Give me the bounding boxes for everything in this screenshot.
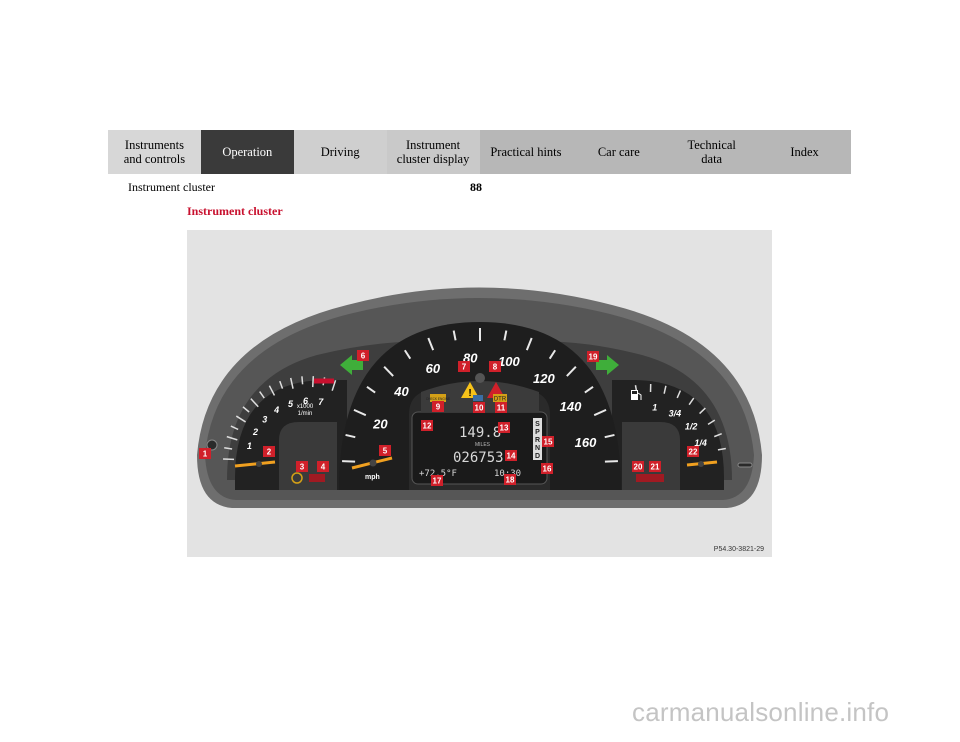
svg-text:!: ! <box>468 388 471 399</box>
figure-code: P54.30-3821-29 <box>713 546 764 553</box>
tab-operation[interactable]: Operation <box>200 130 294 174</box>
check-engine-text: CHECK ENGINE <box>426 397 450 401</box>
callout-number: 14 <box>507 452 516 461</box>
page-number: 88 <box>470 180 482 194</box>
tab-instrument-cluster-display[interactable]: Instrument cluster display <box>386 130 480 174</box>
callout-number: 20 <box>634 463 643 472</box>
tach-unit-top: x1000 <box>297 404 314 410</box>
tach-unit-bottom: 1/min <box>298 411 313 417</box>
fuel-label: 3/4 <box>669 408 682 418</box>
speedo-label: 120 <box>533 371 555 386</box>
tach-tick <box>301 376 304 385</box>
callout-number: 9 <box>436 403 441 412</box>
callout-number: 18 <box>506 476 515 485</box>
callout-number: 12 <box>423 422 432 431</box>
callout-number: 13 <box>500 424 509 433</box>
callout-number: 17 <box>433 477 442 486</box>
page-title: Instrument cluster <box>187 204 283 218</box>
trip-odometer: 149.8 <box>459 425 501 441</box>
callout-number: 15 <box>544 438 553 447</box>
callout-number: 1 <box>203 450 208 459</box>
gear-letter: S <box>535 421 540 428</box>
speedo-label: 60 <box>426 361 441 376</box>
speedo-label: 160 <box>575 435 597 450</box>
callout-number: 21 <box>651 463 660 472</box>
callout-number: 16 <box>543 465 552 474</box>
engine-diagnosis-lamp <box>636 474 664 482</box>
fuel-label: 1/2 <box>685 422 698 432</box>
gear-letter: P <box>535 429 540 436</box>
callout-number: 22 <box>689 448 698 457</box>
speedo-unit: mph <box>365 474 380 481</box>
tab-technical-data[interactable]: Technical data <box>665 130 759 174</box>
tab-driving[interactable]: Driving <box>293 130 387 174</box>
callout-number: 3 <box>300 463 305 472</box>
gear-letter: N <box>535 445 540 452</box>
callout-number: 2 <box>267 448 272 457</box>
callout-number: 8 <box>493 363 498 372</box>
callout-number: 11 <box>497 404 506 413</box>
speedo-label: 100 <box>498 354 520 369</box>
tach-label: 1 <box>247 441 252 451</box>
gear-letter: D <box>535 453 540 460</box>
tach-tick <box>311 376 315 388</box>
brake-warning-lamp-label <box>309 474 325 482</box>
tab-instruments-and-controls[interactable]: Instruments and controls <box>108 130 201 174</box>
speedo-label: 20 <box>372 416 388 431</box>
miles-label: MILES <box>475 442 491 448</box>
instrument-cluster-figure: 1234567 20 40 60 80 100 120 140 160 1/4 1/2 3/4 1 … <box>187 230 772 557</box>
watermark: carmanualsonline.info <box>632 697 890 727</box>
section-header: Instrument cluster <box>128 180 215 194</box>
tab-car-care[interactable]: Car care <box>572 130 666 174</box>
callout-number: 7 <box>462 363 467 372</box>
callout-number: 5 <box>383 447 388 456</box>
speedo-label: 40 <box>393 384 409 399</box>
dtr-text: DTR <box>494 397 507 403</box>
callout-number: 4 <box>321 463 326 472</box>
callout-number: 6 <box>361 352 366 361</box>
tach-label: 2 <box>252 427 258 437</box>
abs-lamp <box>473 395 483 401</box>
gear-letter: R <box>535 437 540 444</box>
tab-index[interactable]: Index <box>758 130 851 174</box>
odometer: 026753 <box>453 450 504 466</box>
callout-number: 10 <box>475 404 484 413</box>
nav-tabs: Instruments and controls Operation Drivi… <box>108 130 851 174</box>
speedo-label: 140 <box>560 399 582 414</box>
fuel-label: 1 <box>652 402 657 412</box>
reset-knob-right <box>737 462 753 468</box>
tach-label: 3 <box>262 415 267 425</box>
tab-practical-hints[interactable]: Practical hints <box>479 130 573 174</box>
tach-label: 4 <box>273 405 279 415</box>
callout-number: 19 <box>589 353 598 362</box>
